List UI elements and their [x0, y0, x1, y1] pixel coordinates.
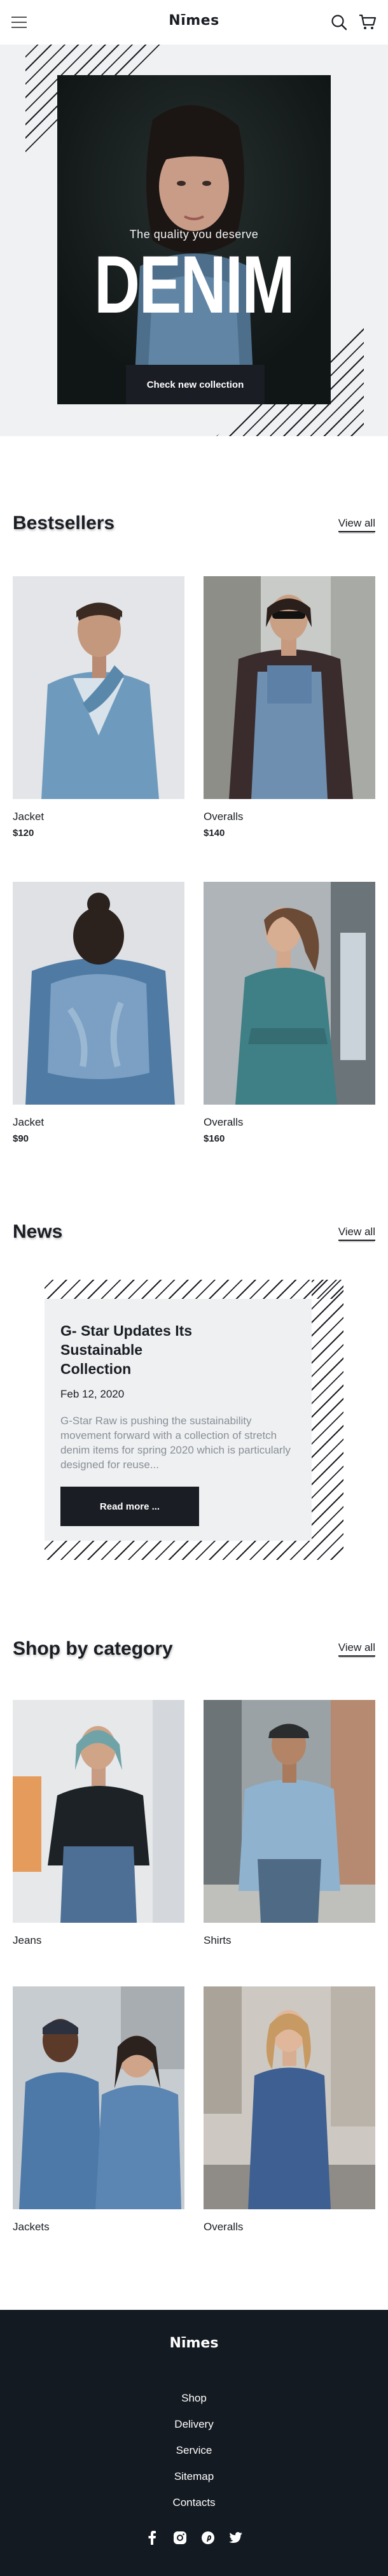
footer-link-shop[interactable]: Shop	[0, 2385, 388, 2411]
product-name[interactable]: Jacket	[13, 810, 44, 823]
footer-link-delivery[interactable]: Delivery	[0, 2411, 388, 2437]
product-name[interactable]: Jacket	[13, 1116, 44, 1129]
news-view-all-link[interactable]: View all	[338, 1226, 375, 1241]
product-card[interactable]: Overalls $160	[204, 882, 375, 1144]
category-image[interactable]	[13, 1700, 184, 1923]
site-footer: Nīmes Shop Delivery Service Sitemap Cont…	[0, 2310, 388, 2576]
footer-link-sitemap[interactable]: Sitemap	[0, 2463, 388, 2489]
product-name[interactable]: Overalls	[204, 810, 243, 823]
hero-section: The quality you deserve DENIM Check new …	[0, 45, 388, 436]
category-name[interactable]: Shirts	[204, 1934, 231, 1947]
footer-logo[interactable]: Nīmes	[170, 2335, 219, 2351]
footer-link-contacts[interactable]: Contacts	[0, 2489, 388, 2516]
category-card[interactable]: Jackets	[13, 1986, 184, 2233]
product-image[interactable]	[204, 882, 375, 1105]
category-image[interactable]	[204, 1700, 375, 1923]
instagram-icon[interactable]	[173, 2531, 187, 2545]
news-article-excerpt: G-Star Raw is pushing the sustainability…	[60, 1415, 291, 1471]
site-logo[interactable]: Nīmes	[169, 13, 219, 29]
twitter-icon[interactable]	[229, 2531, 243, 2545]
pinterest-icon[interactable]	[201, 2531, 215, 2545]
footer-nav: Shop Delivery Service Sitemap Contacts	[0, 2385, 388, 2516]
product-name[interactable]: Overalls	[204, 1116, 243, 1129]
hero-title: DENIM	[94, 239, 294, 330]
category-name[interactable]: Overalls	[204, 2221, 243, 2233]
product-image[interactable]	[13, 882, 184, 1105]
search-icon[interactable]	[331, 14, 347, 31]
header-actions	[331, 14, 377, 31]
product-card[interactable]: Jacket $120	[13, 576, 184, 839]
category-name[interactable]: Jeans	[13, 1934, 41, 1947]
product-price: $140	[204, 828, 225, 839]
hatch-decoration-news-top	[45, 1280, 343, 1299]
product-price: $90	[13, 1133, 29, 1144]
bestsellers-title: Bestsellers	[13, 513, 115, 534]
site-header: Nīmes	[0, 0, 388, 45]
footer-link-service[interactable]: Service	[0, 2437, 388, 2463]
category-card[interactable]: Shirts	[204, 1700, 375, 1946]
category-card[interactable]: Overalls	[204, 1986, 375, 2233]
product-image[interactable]	[204, 576, 375, 799]
news-article-date: Feb 12, 2020	[60, 1388, 125, 1400]
product-price: $160	[204, 1133, 225, 1144]
category-card[interactable]: Jeans	[13, 1700, 184, 1946]
product-card[interactable]: Overalls $140	[204, 576, 375, 839]
news-card[interactable]: G- Star Updates Its Sustainable Collecti…	[45, 1299, 312, 1541]
check-collection-button[interactable]: Check new collection	[126, 365, 265, 404]
product-price: $120	[13, 828, 34, 839]
category-title: Shop by category	[13, 1638, 173, 1659]
facebook-icon[interactable]	[145, 2531, 159, 2545]
hero-banner: The quality you deserve DENIM Check new …	[57, 75, 331, 404]
category-name[interactable]: Jackets	[13, 2221, 50, 2233]
cart-icon[interactable]	[359, 14, 377, 31]
hatch-decoration-news-bottom	[45, 1541, 343, 1560]
read-more-button[interactable]: Read more ...	[60, 1487, 199, 1526]
category-image[interactable]	[204, 1986, 375, 2209]
news-article-title[interactable]: G- Star Updates Its Sustainable Collecti…	[60, 1321, 213, 1378]
news-title: News	[13, 1221, 63, 1242]
category-image[interactable]	[13, 1986, 184, 2209]
bestsellers-view-all-link[interactable]: View all	[338, 517, 375, 532]
hamburger-icon[interactable]	[11, 16, 28, 29]
social-links	[145, 2531, 243, 2545]
product-image[interactable]	[13, 576, 184, 799]
category-view-all-link[interactable]: View all	[338, 1641, 375, 1657]
news-article: G- Star Updates Its Sustainable Collecti…	[45, 1280, 343, 1560]
product-card[interactable]: Jacket $90	[13, 882, 184, 1144]
hatch-decoration-news-right	[312, 1280, 343, 1560]
